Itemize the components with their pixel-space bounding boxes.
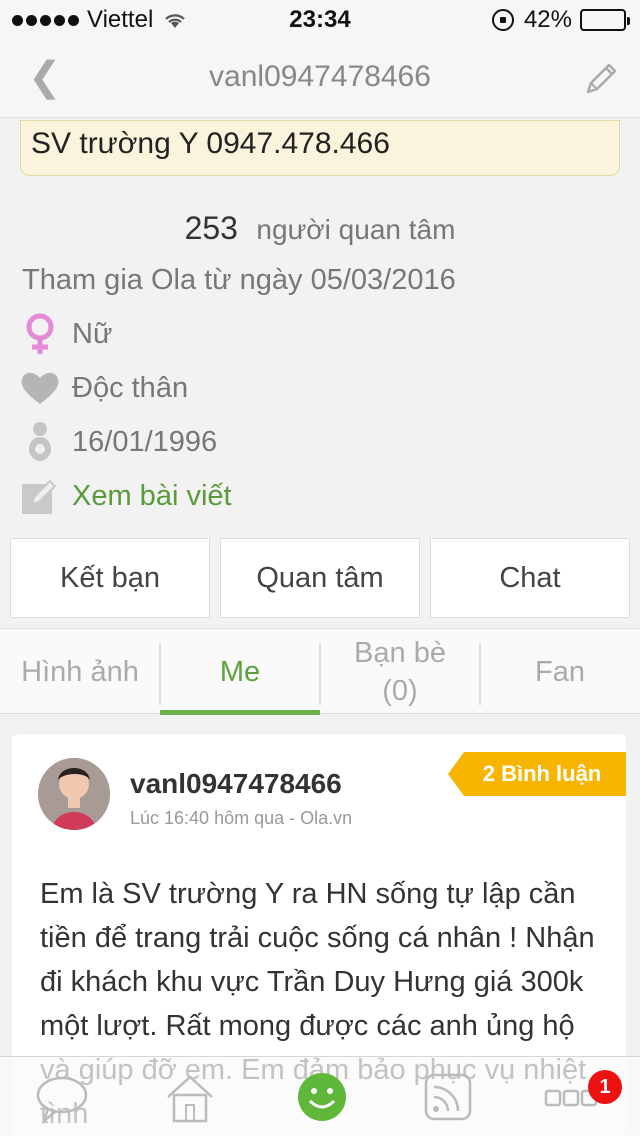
profile-tabs: Hình ảnh Me Bạn bè (0) Fan bbox=[0, 628, 640, 715]
home-icon[interactable] bbox=[162, 1069, 218, 1125]
joined-date: Tham gia Ola từ ngày 05/03/2016 bbox=[22, 264, 456, 296]
female-icon bbox=[20, 312, 60, 356]
tab-friends-label: Bạn bè (0) bbox=[354, 637, 446, 707]
gender-row: Nữ bbox=[20, 312, 112, 356]
nav-bar: ❮ vanl0947478466 bbox=[0, 40, 640, 118]
follow-button[interactable]: Quan tâm bbox=[220, 538, 420, 618]
view-posts-link[interactable]: Xem bài viết bbox=[20, 474, 232, 518]
edit-pencil-icon[interactable] bbox=[582, 60, 620, 98]
relationship-row: Độc thân bbox=[20, 366, 188, 410]
gender-text: Nữ bbox=[72, 317, 113, 350]
bio-box: SV trường Y 0947.478.466 bbox=[20, 120, 620, 176]
avatar[interactable] bbox=[38, 758, 110, 830]
tab-fans[interactable]: Fan bbox=[480, 629, 640, 715]
battery-percent: 42% bbox=[523, 6, 572, 33]
tab-me[interactable]: Me bbox=[160, 629, 320, 715]
notification-badge[interactable]: 1 bbox=[588, 1070, 622, 1104]
tab-photos[interactable]: Hình ảnh bbox=[0, 629, 160, 715]
status-bar: Viettel 23:34 42% bbox=[0, 0, 640, 40]
battery-icon bbox=[580, 9, 630, 31]
status-right: 42% bbox=[491, 6, 630, 34]
birthday-row: 16/01/1996 bbox=[20, 420, 217, 464]
view-posts-text: Xem bài viết bbox=[72, 479, 232, 512]
followers-count: 253 bbox=[184, 210, 238, 246]
action-buttons: Kết bạn Quan tâm Chat bbox=[0, 538, 640, 620]
post-timestamp: Lúc 16:40 hôm qua - Ola.vn bbox=[130, 808, 353, 828]
followers-label: người quan tâm bbox=[256, 214, 456, 245]
post-username[interactable]: vanl0947478466 bbox=[130, 768, 342, 800]
relationship-text: Độc thân bbox=[72, 371, 189, 404]
smiley-icon[interactable] bbox=[294, 1069, 350, 1125]
comments-badge[interactable]: 2 Bình luận bbox=[448, 752, 626, 796]
followers-summary[interactable]: 253 người quan tâm bbox=[0, 210, 640, 247]
baby-icon bbox=[20, 420, 60, 464]
birthday-text: 16/01/1996 bbox=[72, 425, 218, 458]
feed-icon[interactable] bbox=[420, 1069, 476, 1125]
add-friend-button[interactable]: Kết bạn bbox=[10, 538, 210, 618]
chat-bubble-icon[interactable] bbox=[34, 1069, 90, 1125]
heart-icon bbox=[20, 366, 60, 410]
chat-button[interactable]: Chat bbox=[430, 538, 630, 618]
rotation-lock-icon bbox=[491, 9, 514, 31]
tab-friends[interactable]: Bạn bè (0) bbox=[320, 629, 480, 715]
bottom-tab-bar bbox=[0, 1056, 640, 1136]
page-title: vanl0947478466 bbox=[209, 60, 431, 93]
edit-note-icon bbox=[20, 474, 60, 518]
